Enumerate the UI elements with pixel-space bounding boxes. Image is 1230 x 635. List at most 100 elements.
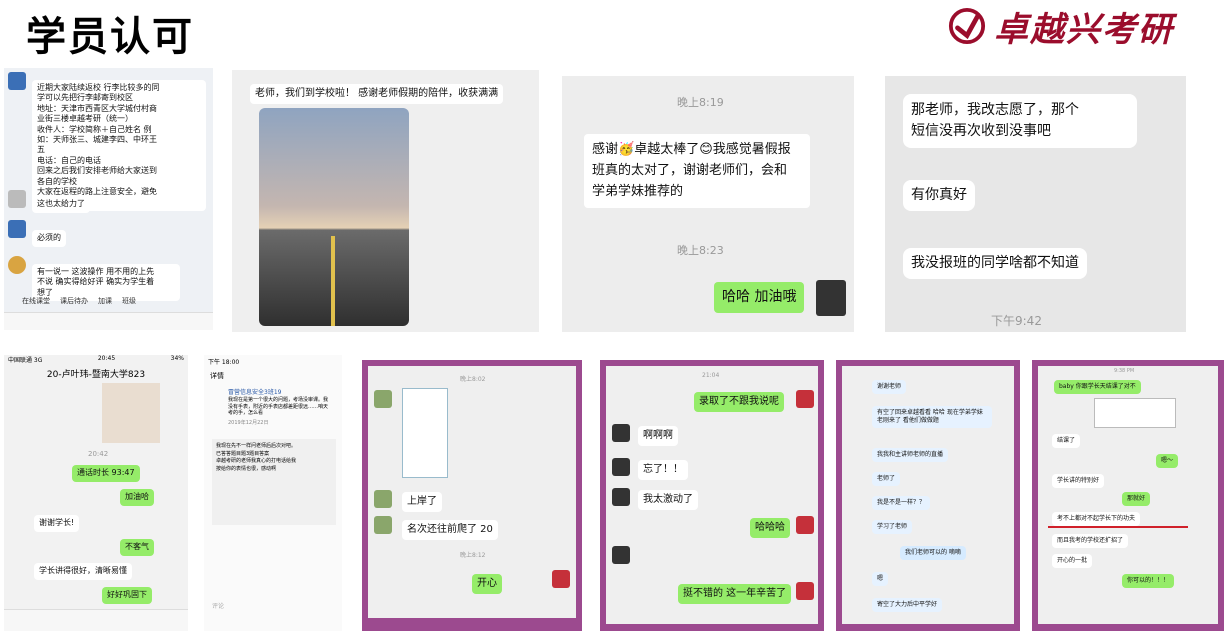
text-line: 学弟学妹推荐的	[592, 183, 684, 199]
status-bar: 中国联通 3G 20:45 34%	[4, 355, 188, 365]
text-line: 班真的太对了，谢谢老师们，会和	[592, 162, 788, 178]
avatar	[8, 190, 26, 208]
avatar	[374, 390, 392, 408]
chat-message: 而且我考的学校还扩招了	[1052, 534, 1129, 549]
tab-bar: 在线课堂 课后待办 加课 班级	[4, 296, 213, 310]
screenshot-comments-6: 下午 18:00 详情 冒营信息安全3班19 我现在是第一个很大的问题，考场没审…	[204, 355, 342, 631]
text-line: 各自的学校	[37, 176, 77, 186]
input-bar[interactable]	[4, 312, 213, 330]
text-line: 地址：天津市西青区大学城付村商	[37, 103, 157, 113]
comment-input[interactable]: 评论	[212, 601, 312, 610]
chat-message: baby 你跟学长天结课了对不	[1054, 380, 1141, 395]
brand-icon	[948, 7, 986, 45]
chat-message: 那老师，我改志愿了，那个 短信没再次收到没事吧	[903, 94, 1137, 148]
text-line: 学可以先把行李邮寄到校区	[37, 93, 133, 103]
chat-message: 我是不是一样？？	[872, 496, 931, 511]
score-table	[402, 388, 448, 478]
carrier: 中国联通 3G	[8, 357, 43, 364]
timestamp: 下午9:42	[991, 314, 1042, 328]
chat-message: 我我和主讲师老师的直播	[872, 448, 949, 463]
timestamp: 20:42	[88, 450, 109, 458]
chat-message: 有空了回来卓越看看 哈哈 现在学弟学妹 老刚来了 看他们做做题	[872, 406, 992, 429]
chat-message: 结课了	[1052, 434, 1081, 449]
text-line: 电话：自己的电话	[37, 155, 101, 165]
tab-todo[interactable]: 课后待办	[60, 296, 88, 310]
red-underline	[1048, 526, 1188, 528]
chat-message: 必须的	[32, 230, 66, 247]
tab-class[interactable]: 班级	[122, 296, 136, 310]
text-line: 考的手，怎么看	[228, 410, 264, 416]
avatar	[374, 490, 392, 508]
screenshot-chat-9: 谢谢老师 有空了回来卓越看看 哈哈 现在学弟学妹 老刚来了 看他们做做题 我我和…	[836, 360, 1020, 631]
avatar	[612, 546, 630, 564]
chat-message: 我没报班的同学啥都不知道	[903, 248, 1087, 279]
group-name: 冒营信息安全3班19	[228, 389, 282, 396]
avatar	[796, 582, 814, 600]
screenshot-photo-chat: 老师，我们到学校啦！ 感谢老师假期的陪伴，收获满满	[232, 70, 539, 332]
chat-message: 录取了不跟我说呢	[694, 392, 784, 412]
chat-message: 那就好	[1122, 492, 1151, 507]
note-photo	[102, 383, 160, 443]
timestamp: 晚上8:23	[677, 244, 724, 257]
tab-add-class[interactable]: 加课	[98, 296, 112, 310]
screenshot-chat-10: 9:38 PM baby 你跟学长天结课了对不 结课了 嗯～ 学长讲的特别好 那…	[1032, 360, 1224, 631]
avatar	[8, 220, 26, 238]
chat-message: 我太激动了	[638, 490, 698, 510]
avatar	[8, 72, 26, 90]
post-body: 我现在是第一个很大的问题，考场没审课。我 没有手表，附近的手表店都差距很远……咱…	[228, 397, 338, 417]
comment: 按给你的表情也很，感动啊	[216, 465, 277, 472]
avatar	[612, 488, 630, 506]
road-photo	[259, 108, 409, 326]
avatar	[612, 458, 630, 476]
text-line: 如：天师张三、城建李四、中环王	[37, 134, 157, 144]
chat-message: 老师了	[872, 472, 901, 487]
chat-message: 老师，我们到学校啦！ 感谢老师假期的陪伴，收获满满	[250, 84, 504, 104]
chat-message: 谢谢老师	[872, 380, 907, 395]
chat-message: 嗯～	[1156, 454, 1179, 469]
tab-online-class[interactable]: 在线课堂	[22, 296, 50, 310]
chat-message: 我们老师可以的 嘀嘀	[900, 546, 966, 561]
chat-panel: 21:04 录取了不跟我说呢 啊啊啊 忘了！！ 我太激动了 哈哈哈 挺不错的 这…	[606, 366, 818, 624]
chat-message: 考不上都对不起学长下的功夫	[1052, 512, 1141, 527]
brand-logo: 卓越兴考研	[948, 6, 1174, 50]
chat-message: 哈哈哈	[750, 518, 790, 538]
text-line: 我感觉暑假报	[712, 142, 791, 157]
comment-list: 我现在先不一样问老师后后次对吧。 已答答题目题3题目答案 卓越考研的老师我真心的…	[212, 439, 336, 525]
chat-message: 有你真好	[903, 180, 975, 211]
timestamp: 晚上8:19	[677, 96, 724, 109]
chat-message: 开心	[472, 574, 502, 594]
text-line: 收件人：学校简称＋自己姓名 例	[37, 124, 152, 134]
brand-name: 卓越兴考研	[994, 9, 1174, 50]
chat-message: 近期大家陆续返校 行李比较多的同 学可以先把行李邮寄到校区 地址：天津市西青区大…	[32, 80, 206, 211]
road-center-line	[331, 236, 335, 326]
chat-message: 谢谢学长!	[34, 515, 80, 532]
chat-panel: 9:38 PM baby 你跟学长天结课了对不 结课了 嗯～ 学长讲的特别好 那…	[1038, 366, 1218, 624]
timestamp: 21:04	[702, 372, 720, 379]
text-line: 卓越太棒了	[634, 142, 700, 157]
chat-message: 名次还往前爬了 20	[402, 520, 498, 540]
chat-message: 上岸了	[402, 492, 442, 512]
status-bar: 下午 18:00	[208, 359, 240, 366]
avatar	[796, 516, 814, 534]
chat-message: 加油哈	[120, 489, 154, 506]
clock: 20:45	[97, 355, 116, 362]
text-line: 近期大家陆续返校 行李比较多的同	[37, 83, 160, 92]
chat-title: 20-卢叶玮-暨南大学823	[46, 370, 146, 380]
chat-message: 好好巩固下	[102, 587, 152, 604]
chat-panel: 晚上8:02 上岸了 名次还往前爬了 20 晚上8:12 开心	[368, 366, 576, 618]
screenshot-chat-8: 21:04 录取了不跟我说呢 啊啊啊 忘了！！ 我太激动了 哈哈哈 挺不错的 这…	[600, 360, 824, 631]
comment: 卓越考研的老师我真心的打电话给我	[216, 458, 297, 464]
chat-message: 感谢🥳卓越太棒了😊我感觉暑假报 班真的太对了，谢谢老师们，会和 学弟学妹推荐的	[584, 134, 810, 209]
chat-message: 不客气	[120, 539, 154, 556]
input-bar[interactable]	[4, 609, 188, 631]
chat-message: 开心的一批	[1052, 554, 1093, 569]
chat-panel: 谢谢老师 有空了回来卓越看看 哈哈 现在学弟学妹 老刚来了 看他们做做题 我我和…	[842, 366, 1014, 624]
screenshot-chat-4: 那老师，我改志愿了，那个 短信没再次收到没事吧 有你真好 我没报班的同学啥都不知…	[885, 76, 1186, 332]
post-date: 2019年12月22日	[228, 420, 269, 426]
back-link[interactable]: 详情	[210, 371, 224, 381]
score-table	[1094, 398, 1176, 428]
chat-message: 寄空了大力后中平学好	[872, 598, 943, 613]
emoji-icon: 🥳	[618, 142, 635, 157]
avatar	[796, 390, 814, 408]
emoji-icon: 😊	[699, 142, 713, 157]
